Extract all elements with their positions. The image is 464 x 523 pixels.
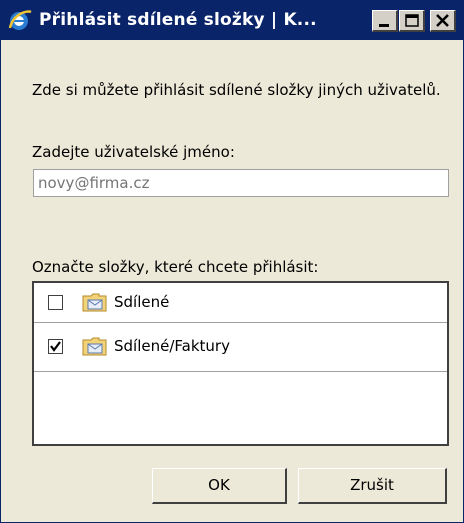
folder-name: Sdílené/Faktury: [114, 337, 230, 355]
folder-name: Sdílené: [114, 293, 170, 311]
dialog-window: Přihlásit sdílené složky | K... Zde si m…: [0, 0, 464, 523]
folder-checkbox[interactable]: [48, 295, 63, 310]
mail-folder-icon: [82, 335, 108, 357]
folder-checkbox[interactable]: [48, 339, 63, 354]
mail-folder-icon: [82, 291, 108, 313]
minimize-icon: [379, 24, 389, 27]
intro-text: Zde si můžete přihlásit sdílené složky j…: [32, 81, 441, 99]
maximize-button[interactable]: [399, 10, 425, 32]
cancel-button[interactable]: Zrušit: [298, 468, 447, 504]
close-button[interactable]: [430, 10, 456, 32]
username-label: Zadejte uživatelské jméno:: [32, 143, 235, 161]
close-icon: [436, 14, 449, 27]
maximize-icon: [405, 14, 419, 27]
folders-label: Označte složky, které chcete přihlásit:: [32, 258, 319, 276]
app-icon: [7, 8, 33, 32]
window-title: Přihlásit sdílené složky | K...: [39, 10, 317, 30]
title-bar[interactable]: Přihlásit sdílené složky | K...: [1, 0, 463, 40]
minimize-button[interactable]: [372, 10, 398, 32]
list-item[interactable]: Sdílené/Faktury: [34, 323, 447, 372]
username-input[interactable]: [33, 169, 449, 197]
folder-list[interactable]: Sdílené Sdílené/Faktury: [32, 281, 449, 446]
list-item[interactable]: Sdílené: [34, 283, 447, 323]
checkmark-icon: [50, 341, 61, 352]
ok-button[interactable]: OK: [152, 468, 287, 504]
